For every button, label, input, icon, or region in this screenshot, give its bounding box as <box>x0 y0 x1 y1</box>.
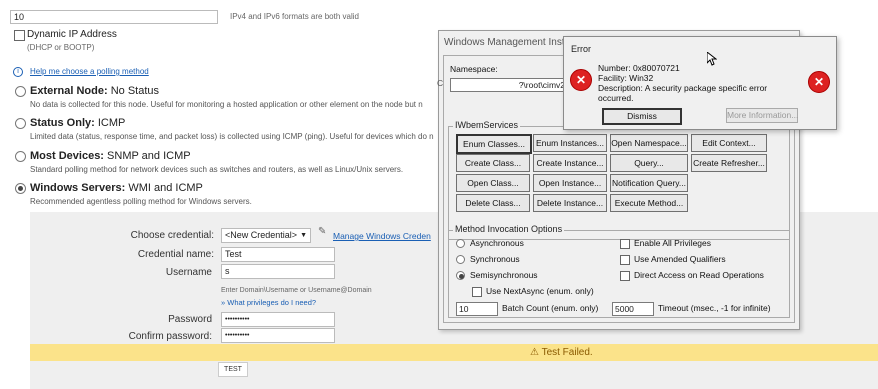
semisynchronous-label: Semisynchronous <box>470 270 538 280</box>
connect-label-fragment: C <box>437 78 444 88</box>
enable-privileges-checkbox[interactable] <box>620 239 630 249</box>
dynamic-ip-checkbox[interactable] <box>14 30 25 41</box>
test-failed-banner: ⚠ Test Failed. <box>30 344 878 361</box>
dismiss-button[interactable]: Dismiss <box>602 108 682 125</box>
credential-name-label: Credential name: <box>137 249 214 260</box>
asynchronous-label: Asynchronous <box>470 238 524 248</box>
use-nextasync-checkbox[interactable] <box>472 287 482 297</box>
open-instance-button[interactable]: Open Instance... <box>533 174 607 192</box>
edit-context-button[interactable]: Edit Context... <box>691 134 767 152</box>
option-most-devices-title: Most Devices: SNMP and ICMP <box>30 150 191 162</box>
enum-classes-button[interactable]: Enum Classes... <box>456 134 532 154</box>
password-input[interactable]: •••••••••• <box>221 312 335 327</box>
credential-select[interactable]: <New Credential> ▼ <box>221 228 311 243</box>
delete-instance-button[interactable]: Delete Instance... <box>533 194 607 212</box>
chevron-down-icon: ▼ <box>300 232 307 239</box>
create-instance-button[interactable]: Create Instance... <box>533 154 607 172</box>
dynamic-ip-label: Dynamic IP Address <box>27 29 117 40</box>
direct-access-label: Direct Access on Read Operations <box>634 270 764 280</box>
query-button[interactable]: Query... <box>610 154 688 172</box>
timeout-label: Timeout (msec., -1 for infinite) <box>658 303 771 313</box>
radio-external-node[interactable] <box>15 86 26 97</box>
username-label: Username <box>165 267 212 278</box>
use-amended-label: Use Amended Qualifiers <box>634 254 726 264</box>
use-nextasync-label: Use NextAsync (enum. only) <box>486 286 594 296</box>
pencil-icon: ✎ <box>318 226 327 237</box>
more-information-button[interactable]: More Information... <box>726 108 798 123</box>
create-refresher-button[interactable]: Create Refresher... <box>691 154 767 172</box>
password-label: Password <box>168 314 212 325</box>
ip-address-input[interactable]: 10 <box>10 10 218 24</box>
username-input[interactable]: s <box>221 264 335 279</box>
test-button[interactable]: TEST <box>218 362 248 377</box>
radio-most-devices[interactable] <box>15 151 26 162</box>
option-status-only-title: Status Only: ICMP <box>30 117 126 129</box>
execute-method-button[interactable]: Execute Method... <box>610 194 688 212</box>
option-windows-servers-title: Windows Servers: WMI and ICMP <box>30 182 203 194</box>
option-most-devices-desc: Standard polling method for network devi… <box>30 165 404 174</box>
direct-access-checkbox[interactable] <box>620 271 630 281</box>
confirm-password-input[interactable]: •••••••••• <box>221 328 335 343</box>
error-facility: Facility: Win32 <box>598 73 654 83</box>
batch-count-input[interactable]: 10 <box>456 302 498 316</box>
error-description-cont: occurred. <box>598 93 634 103</box>
option-external-node-desc: No data is collected for this node. Usef… <box>30 100 423 109</box>
test-failed-text: ⚠ Test Failed. <box>530 347 593 358</box>
radio-windows-servers[interactable] <box>15 183 26 194</box>
option-windows-servers-desc: Recommended agentless polling method for… <box>30 197 252 206</box>
radio-synchronous[interactable] <box>456 255 465 264</box>
batch-count-label: Batch Count (enum. only) <box>502 303 599 313</box>
iwbemservices-group-label: IWbemServices <box>453 120 521 130</box>
username-hint: Enter Domain\Username or Username@Domain <box>221 287 372 294</box>
credential-name-input[interactable]: Test <box>221 247 335 262</box>
wmi-window-title: Windows Management Instru <box>444 37 574 48</box>
use-amended-checkbox[interactable] <box>620 255 630 265</box>
mouse-cursor-icon <box>706 50 718 69</box>
privileges-link[interactable]: » What privileges do I need? <box>221 298 316 307</box>
confirm-password-label: Confirm password: <box>128 331 212 342</box>
namespace-input[interactable]: ?\root\cimv2 <box>450 78 568 92</box>
choose-credential-label: Choose credential: <box>130 230 214 241</box>
delete-class-button[interactable]: Delete Class... <box>456 194 530 212</box>
error-description: Description: A security package specific… <box>598 83 768 93</box>
radio-asynchronous[interactable] <box>456 239 465 248</box>
help-polling-link[interactable]: Help me choose a polling method <box>30 67 149 76</box>
method-invocation-group-label: Method Invocation Options <box>453 224 565 234</box>
open-class-button[interactable]: Open Class... <box>456 174 530 192</box>
open-namespace-button[interactable]: Open Namespace... <box>610 134 688 152</box>
ip-hint: IPv4 and IPv6 formats are both valid <box>230 12 359 21</box>
option-status-only-desc: Limited data (status, response time, and… <box>30 132 434 141</box>
error-dialog-title: Error <box>571 44 591 54</box>
enum-instances-button[interactable]: Enum Instances... <box>533 134 607 152</box>
error-number: Number: 0x80070721 <box>598 63 680 73</box>
radio-semisynchronous[interactable] <box>456 271 465 280</box>
create-class-button[interactable]: Create Class... <box>456 154 530 172</box>
timeout-input[interactable]: 5000 <box>612 302 654 316</box>
namespace-label: Namespace: <box>450 64 498 74</box>
info-icon: i <box>13 67 23 77</box>
error-icon-right <box>808 71 830 93</box>
notification-query-button[interactable]: Notification Query... <box>610 174 688 192</box>
error-icon <box>570 69 592 91</box>
manage-credentials-link[interactable]: Manage Windows Creden <box>333 231 431 241</box>
radio-status-only[interactable] <box>15 118 26 129</box>
option-external-node-title: External Node: No Status <box>30 85 159 97</box>
enable-privileges-label: Enable All Privileges <box>634 238 712 248</box>
dynamic-ip-sub: (DHCP or BOOTP) <box>27 43 95 52</box>
error-dialog-body: Number: 0x80070721 Facility: Win32 Descr… <box>566 61 832 126</box>
synchronous-label: Synchronous <box>470 254 520 264</box>
error-dialog: Error Number: 0x80070721 Facility: Win32… <box>563 36 837 130</box>
